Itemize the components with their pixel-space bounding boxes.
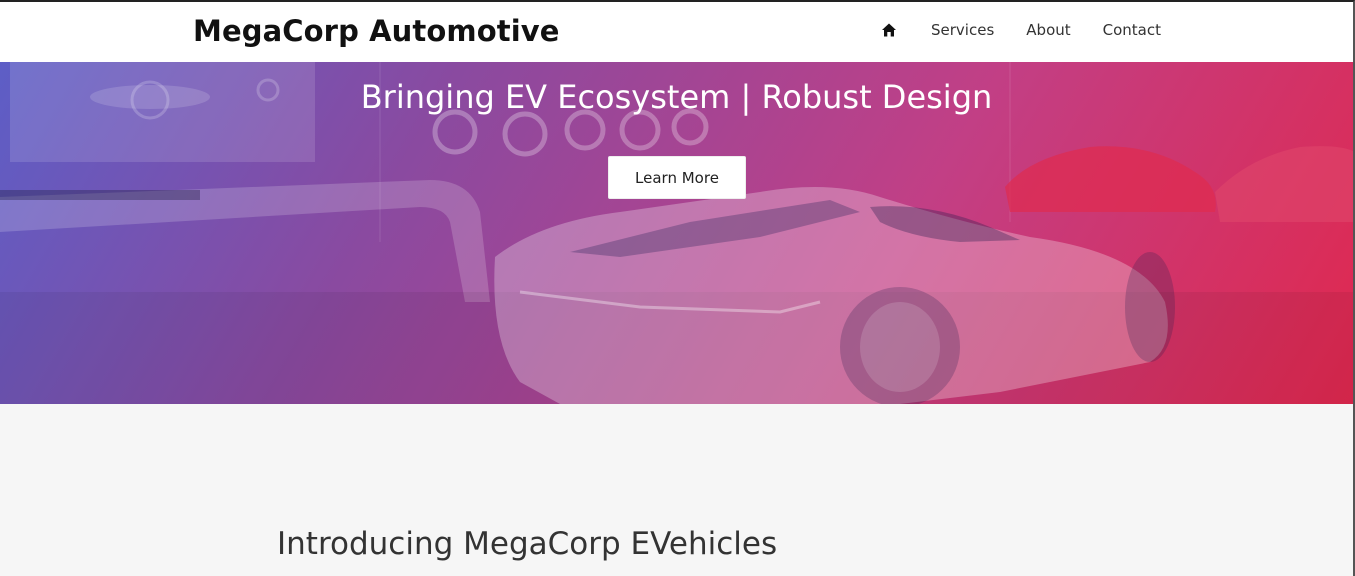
nav-item-about[interactable]: About bbox=[1026, 21, 1070, 39]
learn-more-button[interactable]: Learn More bbox=[608, 156, 746, 199]
page: MegaCorp Automotive Services About Conta… bbox=[0, 0, 1355, 576]
section-title: Introducing MegaCorp EVehicles bbox=[277, 526, 778, 562]
nav-item-contact[interactable]: Contact bbox=[1103, 21, 1161, 39]
nav-item-services[interactable]: Services bbox=[931, 21, 994, 39]
hero-title: Bringing EV Ecosystem | Robust Design bbox=[360, 78, 993, 116]
home-icon[interactable] bbox=[881, 22, 899, 40]
navbar: MegaCorp Automotive Services About Conta… bbox=[0, 2, 1353, 62]
hero-banner: Bringing EV Ecosystem | Robust Design Le… bbox=[0, 62, 1353, 404]
main-nav: Services About Contact bbox=[881, 21, 1161, 39]
brand-logo[interactable]: MegaCorp Automotive bbox=[193, 14, 560, 48]
